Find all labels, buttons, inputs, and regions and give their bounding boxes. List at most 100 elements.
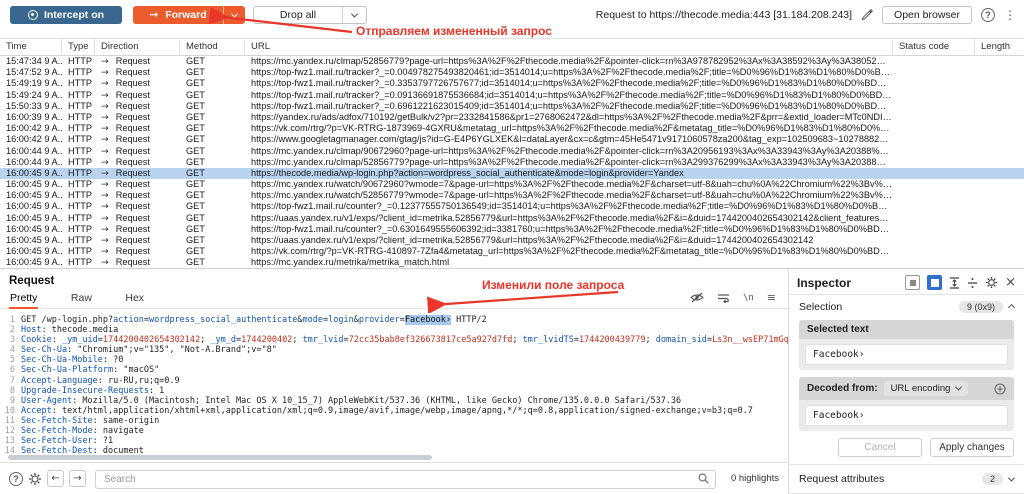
column-header-type[interactable]: Type (62, 39, 95, 55)
inspector-view-active-icon[interactable] (927, 275, 943, 290)
cell-status-code (893, 190, 975, 201)
cell-status-code (893, 168, 975, 179)
request-editor[interactable]: 1 GET /wp-login.php?action=wordpress_soci… (0, 315, 788, 454)
intercept-toggle-button[interactable]: Intercept on (10, 6, 122, 24)
open-browser-button[interactable]: Open browser (882, 6, 972, 24)
search-next-button[interactable]: → (69, 470, 86, 487)
forward-button[interactable]: → Forward (133, 6, 223, 24)
column-header-direction[interactable]: Direction (95, 39, 180, 55)
tab-hex[interactable]: Hex (124, 289, 145, 307)
cell-direction: → Request (101, 235, 150, 246)
cell-time: 15:47:52 9 A... (6, 67, 62, 78)
inspector-view-toggle-icon[interactable] (905, 275, 921, 290)
table-row[interactable]: 16:00:45 9 A... HTTP → Request GET https:… (0, 224, 1024, 235)
encoding-dropdown[interactable]: URL encoding (883, 381, 969, 396)
table-row[interactable]: 15:49:24 9 A... HTTP → Request GET https:… (0, 90, 1024, 101)
hide-highlights-icon[interactable] (690, 292, 704, 303)
table-row[interactable]: 16:00:45 9 A... HTTP → Request GET https:… (0, 179, 1024, 190)
table-row[interactable]: 16:00:44 9 A... HTTP → Request GET https:… (0, 157, 1024, 168)
column-header-length[interactable]: Length (975, 39, 1024, 55)
cell-length (975, 213, 1024, 224)
cell-method: GET (186, 145, 205, 156)
cell-method: GET (186, 235, 205, 245)
cancel-button[interactable]: Cancel (838, 438, 922, 457)
drop-all-dropdown-button[interactable] (342, 7, 366, 23)
cell-direction: → Request (101, 190, 150, 202)
editor-menu-icon[interactable]: ≡ (767, 291, 776, 304)
tab-pretty[interactable]: Pretty (9, 289, 39, 309)
table-row[interactable]: 15:49:19 9 A... HTTP → Request GET https:… (0, 78, 1024, 89)
forward-dropdown-button[interactable] (223, 6, 245, 24)
cell-type: HTTP (68, 190, 92, 201)
cell-length (975, 201, 1024, 212)
horizontal-scrollbar (0, 454, 788, 461)
table-row[interactable]: 16:00:42 9 A... HTTP → Request GET https:… (0, 134, 1024, 145)
decoded-value[interactable]: Facebook› (805, 405, 1008, 426)
cell-time: 16:00:45 9 A... (6, 223, 62, 234)
table-row[interactable]: 16:00:45 9 A... HTTP → Request GET https:… (0, 190, 1024, 201)
cell-method: GET (186, 179, 205, 190)
column-header-method[interactable]: Method (180, 39, 245, 55)
cell-status-code (893, 90, 975, 101)
cell-time: 16:00:45 9 A... (6, 212, 62, 223)
inspector-title: Inspector (797, 275, 852, 290)
cell-time: 16:00:45 9 A... (6, 179, 62, 190)
intercept-icon (27, 10, 38, 20)
selected-text-value[interactable]: Facebook› (805, 344, 1008, 365)
column-header-url[interactable]: URL (245, 39, 893, 55)
edit-pencil-icon[interactable] (861, 9, 873, 21)
inspector-section-header[interactable]: Request attributes 2 (789, 464, 1024, 493)
cell-method: GET (186, 190, 205, 201)
cell-status-code (893, 213, 975, 224)
request-line: 4 Sec-Ch-Ua: "Chromium";v="135", "Not-A.B… (9, 345, 277, 356)
search-input[interactable] (95, 469, 716, 489)
table-row[interactable]: 16:00:45 9 A... HTTP → Request GET https:… (0, 201, 1024, 212)
request-line: 13 Sec-Fetch-User: ?1 (4, 436, 114, 447)
selection-section-header[interactable]: Selection 9 (0x9) (789, 295, 1024, 318)
help-icon[interactable]: ? (981, 8, 995, 22)
add-encoding-icon[interactable] (994, 382, 1006, 395)
cell-type: HTTP (68, 167, 92, 178)
table-row[interactable]: 16:00:45 9 A... HTTP → Request GET https:… (0, 246, 1024, 257)
word-wrap-icon[interactable] (717, 293, 730, 303)
table-row[interactable]: 16:00:39 9 A... HTTP → Request GET https:… (0, 112, 1024, 123)
cell-type: HTTP (68, 201, 92, 212)
expand-all-icon[interactable] (949, 276, 960, 289)
selected-token[interactable]: Facebook› (404, 315, 451, 325)
drop-all-button[interactable]: Drop all (254, 7, 342, 23)
more-menu-icon[interactable]: ⋮ (1004, 8, 1016, 22)
cell-length (975, 157, 1024, 168)
cell-url: https://vk.com/rtrg/?p=VK-RTRG-410897-7Z… (251, 246, 893, 257)
table-row[interactable]: 15:47:34 9 A... HTTP → Request GET https:… (0, 56, 1024, 67)
collapse-all-icon[interactable] (967, 277, 978, 289)
show-newlines-icon[interactable]: \n (743, 293, 754, 303)
apply-changes-button[interactable]: Apply changes (930, 438, 1014, 457)
request-line: 1 GET /wp-login.php?action=wordpress_soci… (9, 315, 487, 325)
column-header-time[interactable]: Time (0, 39, 62, 55)
proxy-intercept-window: Intercept on → Forward Drop all Отправля… (0, 0, 1024, 494)
table-row[interactable]: 16:00:44 9 A... HTTP → Request GET https:… (0, 146, 1024, 157)
table-row[interactable]: 16:00:45 9 A... HTTP → Request GET https:… (0, 257, 1024, 268)
cell-method: GET (186, 56, 205, 66)
cell-url: https://mc.yandex.ru/watch/52856779?wmod… (251, 190, 893, 201)
cell-status-code (893, 101, 975, 112)
table-row[interactable]: 15:50:33 9 A... HTTP → Request GET https:… (0, 101, 1024, 112)
column-header-status[interactable]: Status code (893, 39, 975, 55)
search-prev-button[interactable]: ← (47, 470, 64, 487)
search-help-icon[interactable]: ? (9, 471, 23, 486)
search-settings-gear-icon[interactable] (28, 472, 42, 486)
table-row[interactable]: 16:00:45 9 A... HTTP → Request GET https:… (0, 235, 1024, 246)
cell-direction: → Request (101, 56, 150, 67)
table-row[interactable]: 16:00:45 9 A... HTTP → Request GET https:… (0, 213, 1024, 224)
cell-url: https://mc.yandex.ru/metrika/metrika_mat… (251, 257, 450, 268)
tab-raw[interactable]: Raw (70, 289, 93, 307)
table-row[interactable]: 15:47:52 9 A... HTTP → Request GET https:… (0, 67, 1024, 78)
cell-url: https://uaas.yandex.ru/v1/exps/?client_i… (251, 235, 814, 245)
close-icon[interactable]: × (1005, 275, 1016, 290)
cell-status-code (893, 67, 975, 78)
scrollbar-handle[interactable] (8, 455, 432, 460)
table-row[interactable]: 16:00:45 9 A... HTTP → Request GET https:… (0, 167, 1024, 180)
table-row[interactable]: 16:00:42 9 A... HTTP → Request GET https:… (0, 123, 1024, 134)
request-line: 7 Accept-Language: ru-RU,ru;q=0.9 (9, 375, 180, 386)
inspector-settings-gear-icon[interactable] (985, 276, 998, 289)
